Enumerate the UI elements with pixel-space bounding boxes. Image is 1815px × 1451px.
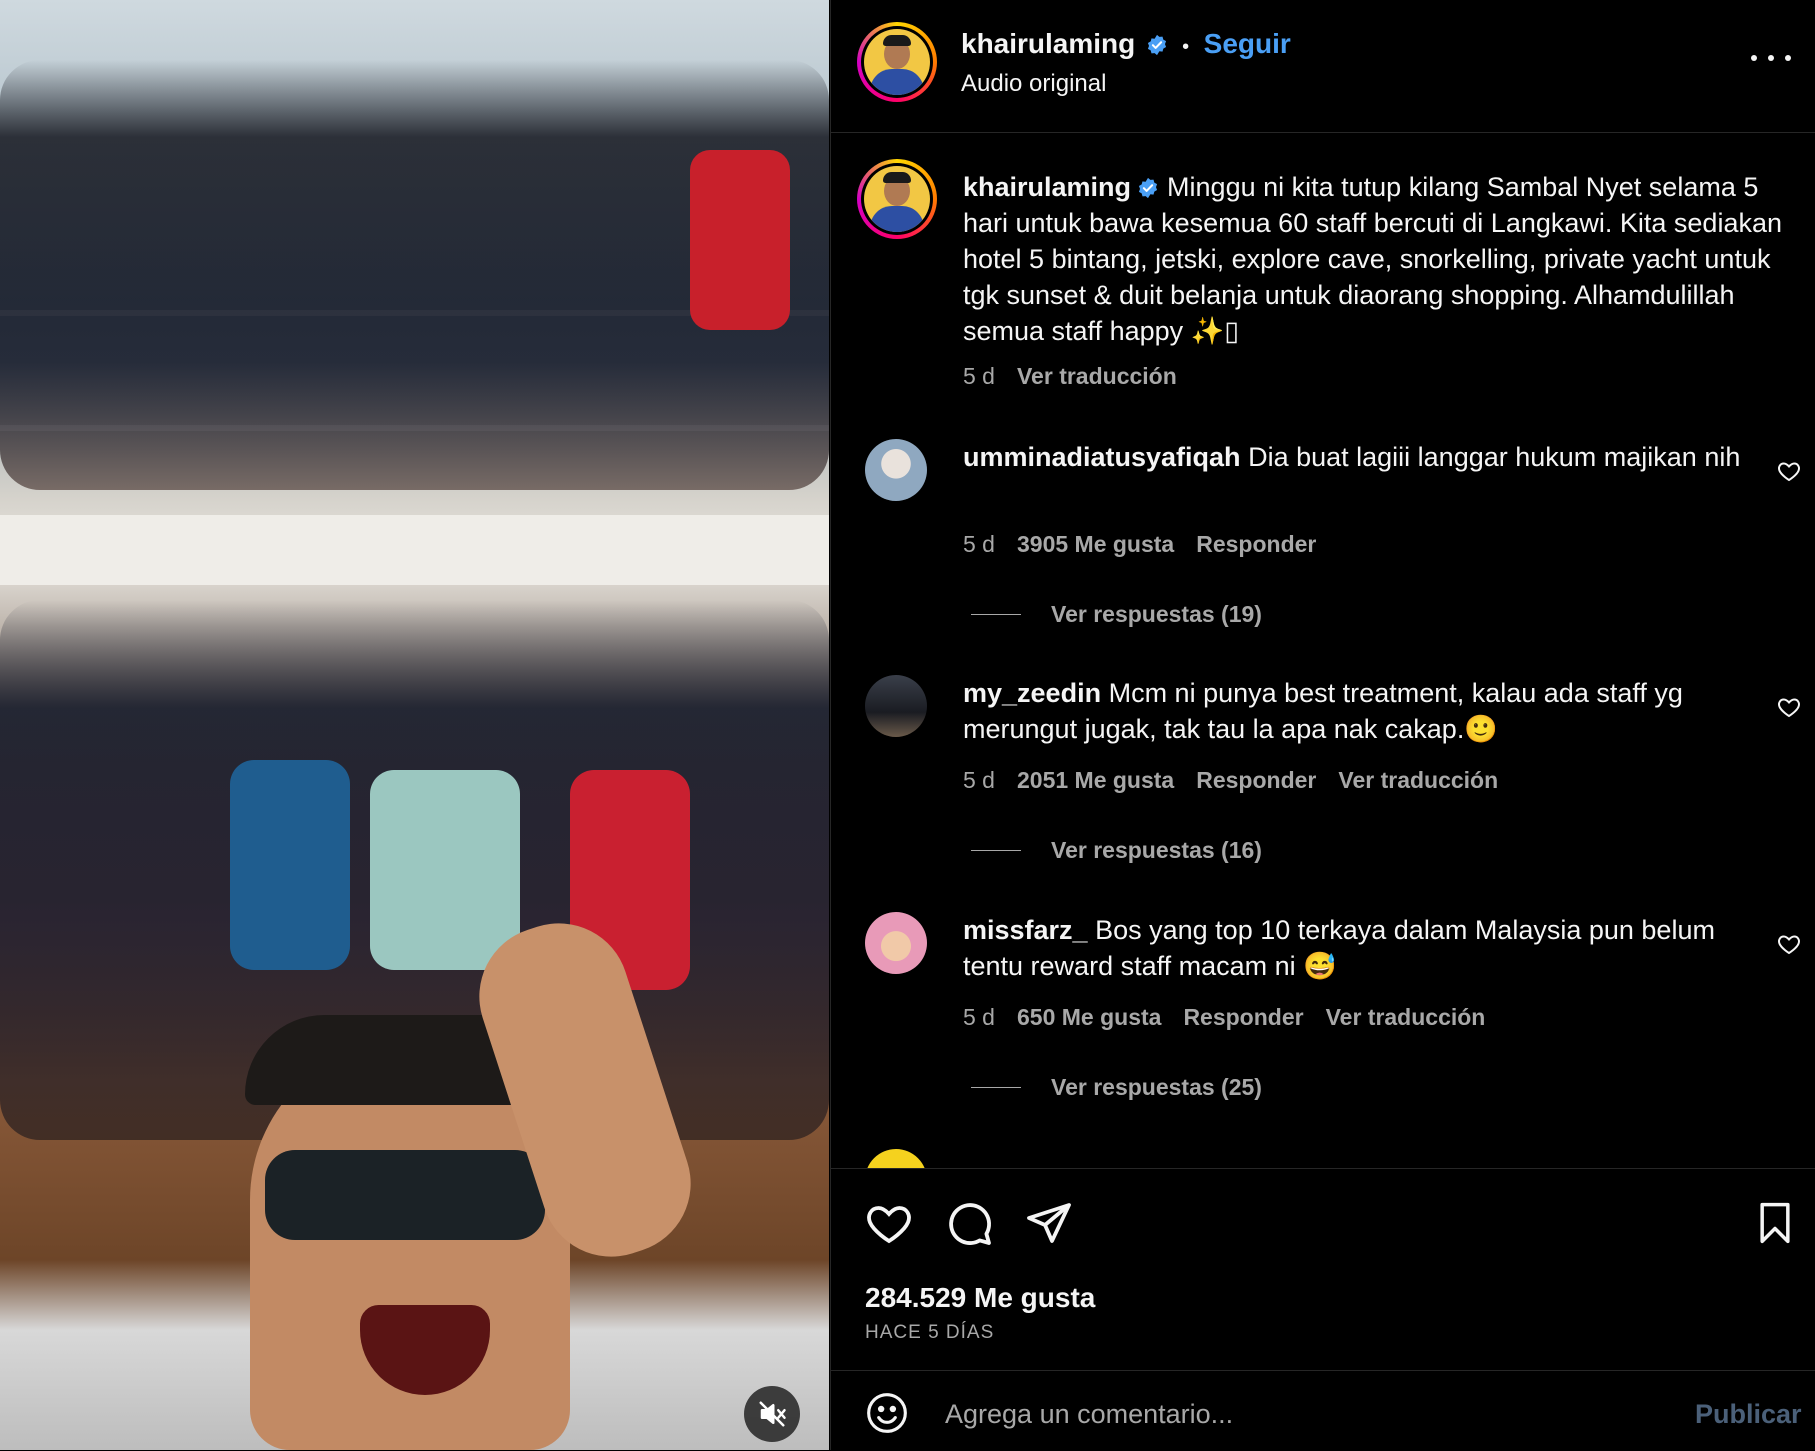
comment-input[interactable]: [943, 1391, 1647, 1437]
caption-time: 5 d: [963, 363, 995, 389]
yacht-upper-deck: [0, 515, 829, 585]
post-date: HACE 5 DÍAS: [865, 1322, 995, 1343]
comment-time: 5 d: [963, 531, 995, 557]
verified-badge-icon: [1138, 177, 1158, 199]
comment-like-heart-icon[interactable]: [1777, 695, 1801, 719]
caption-translate-link[interactable]: Ver traducción: [1017, 363, 1177, 389]
header-title-row: khairulaming • Seguir: [961, 28, 1291, 60]
header-separator: •: [1182, 36, 1190, 58]
comment-meta: 5 d 650 Me gusta Responder Ver traducción: [963, 1004, 1485, 1031]
comment: umminadiatusyafiqah Dia buat lagiii lang…: [963, 439, 1743, 475]
author-username[interactable]: khairulaming: [961, 28, 1135, 59]
comment-meta: 5 d 2051 Me gusta Responder Ver traducción: [963, 767, 1498, 794]
view-replies-label: Ver respuestas (19): [1051, 601, 1262, 627]
add-comment-bar: Publicar: [831, 1370, 1815, 1451]
comment-username[interactable]: missfarz_: [963, 915, 1088, 945]
comment-reply-link[interactable]: Responder: [1196, 531, 1316, 557]
more-options-button[interactable]: [1751, 48, 1791, 68]
comment: my_zeedin Mcm ni punya best treatment, k…: [963, 675, 1743, 747]
post-panel: khairulaming • Seguir Audio original kha…: [830, 0, 1815, 1450]
caption-author-avatar[interactable]: [857, 159, 937, 239]
comment-translate-link[interactable]: Ver traducción: [1326, 1004, 1486, 1030]
comment-like-heart-icon[interactable]: [1777, 459, 1801, 483]
post-actions: [831, 1168, 1815, 1284]
post-media[interactable]: [0, 0, 829, 1450]
like-heart-icon[interactable]: [865, 1199, 913, 1247]
more-dot-icon: [1768, 55, 1774, 61]
comment-likes[interactable]: 650 Me gusta: [1017, 1004, 1161, 1030]
post-header: khairulaming • Seguir Audio original: [831, 0, 1815, 133]
more-dot-icon: [1751, 55, 1757, 61]
comment-avatar[interactable]: [865, 675, 927, 737]
comment-avatar-partial[interactable]: [865, 1149, 927, 1168]
caption: khairulaming Minggu ni kita tutup kilang …: [963, 169, 1783, 349]
comment-avatar[interactable]: [865, 439, 927, 501]
audio-label[interactable]: Audio original: [961, 70, 1106, 98]
view-replies-button[interactable]: Ver respuestas (19): [971, 601, 1262, 628]
selfie-sunglasses: [265, 1150, 545, 1240]
comment-likes[interactable]: 3905 Me gusta: [1017, 531, 1174, 557]
mute-button[interactable]: [744, 1386, 800, 1442]
comment-meta: 5 d 3905 Me gusta Responder: [963, 531, 1316, 558]
replies-line-divider: [971, 1087, 1021, 1088]
author-avatar[interactable]: [857, 22, 937, 102]
view-replies-label: Ver respuestas (25): [1051, 1074, 1262, 1100]
publish-button[interactable]: Publicar: [1695, 1399, 1802, 1430]
save-bookmark-icon[interactable]: [1753, 1199, 1797, 1247]
comment-time: 5 d: [963, 767, 995, 793]
comment-reply-link[interactable]: Responder: [1196, 767, 1316, 793]
view-replies-button[interactable]: Ver respuestas (25): [971, 1074, 1262, 1101]
replies-line-divider: [971, 850, 1021, 851]
post-likes-count[interactable]: 284.529 Me gusta: [865, 1282, 1095, 1314]
caption-username[interactable]: khairulaming: [963, 172, 1131, 202]
caption-meta: 5 d Ver traducción: [963, 363, 1177, 390]
emoji-picker-icon[interactable]: [865, 1391, 909, 1435]
speaker-muted-icon: [759, 1401, 786, 1427]
comment-like-heart-icon[interactable]: [1777, 932, 1801, 956]
comment-text: Dia buat lagiii langgar hukum majikan ni…: [1248, 442, 1741, 472]
share-send-icon[interactable]: [1025, 1199, 1073, 1247]
replies-line-divider: [971, 614, 1021, 615]
comment-username[interactable]: my_zeedin: [963, 678, 1101, 708]
shirt-floral: [370, 770, 520, 970]
comment-bubble-icon[interactable]: [945, 1199, 993, 1247]
comment-likes[interactable]: 2051 Me gusta: [1017, 767, 1174, 793]
follow-button[interactable]: Seguir: [1204, 28, 1291, 59]
view-replies-button[interactable]: Ver respuestas (16): [971, 837, 1262, 864]
shirt-blue: [230, 760, 350, 970]
shirt-red-upper: [690, 150, 790, 330]
comment-translate-link[interactable]: Ver traducción: [1338, 767, 1498, 793]
comment-reply-link[interactable]: Responder: [1183, 1004, 1303, 1030]
view-replies-label: Ver respuestas (16): [1051, 837, 1262, 863]
comment: missfarz_ Bos yang top 10 terkaya dalam …: [963, 912, 1743, 984]
comment-username[interactable]: umminadiatusyafiqah: [963, 442, 1241, 472]
verified-badge-icon: [1147, 34, 1166, 56]
comment-time: 5 d: [963, 1004, 995, 1030]
comment-avatar[interactable]: [865, 912, 927, 974]
more-dot-icon: [1785, 55, 1791, 61]
comments-list[interactable]: khairulaming Minggu ni kita tutup kilang …: [831, 133, 1815, 1168]
